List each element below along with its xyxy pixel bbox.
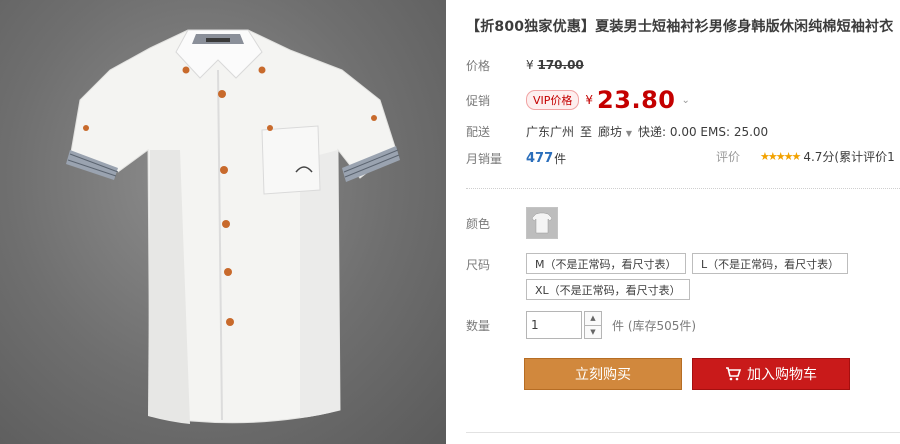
shirt-illustration <box>66 29 400 424</box>
rating-value: 4.7分(累计评价1 <box>803 150 895 164</box>
product-info-panel: 【折800独家优惠】夏装男士短袖衬衫男修身韩版休闲纯棉短袖衬衣 价格 ¥ 170… <box>446 0 900 444</box>
shirt-thumbnail-icon <box>531 212 553 234</box>
sales-count: 477 <box>526 150 554 166</box>
promo-row: 促销 VIP价格 ¥ 23.80 ⌄ <box>466 86 690 114</box>
rating[interactable]: 评价 ★★★★★ 4.7分(累计评价1 <box>716 148 895 165</box>
color-row: 颜色 <box>466 206 558 240</box>
vip-price-badge: VIP价格 <box>526 90 580 110</box>
size-label-row: 尺码 <box>466 252 526 276</box>
shipping-from: 广东广州 <box>526 124 575 139</box>
promo-currency: ¥ <box>585 93 594 107</box>
buy-now-button[interactable]: 立刻购买 <box>524 358 682 390</box>
increase-quantity-button[interactable]: ▲ <box>584 311 602 326</box>
shipping-to-word: 至 <box>580 124 593 139</box>
quantity-label: 数量 <box>466 318 491 333</box>
shipping-fees: 快递: 0.00 EMS: 25.00 <box>638 124 769 139</box>
chevron-down-icon[interactable]: ⌄ <box>681 95 689 106</box>
divider <box>466 188 900 189</box>
destination-select[interactable]: 廊坊 ▼ <box>598 123 632 140</box>
promo-label: 促销 <box>466 93 491 108</box>
decrease-quantity-button[interactable]: ▼ <box>584 325 602 339</box>
quantity-input[interactable]: 1 <box>526 311 582 339</box>
star-rating-icon: ★★★★★ <box>760 150 801 163</box>
original-price: ¥ 170.00 <box>526 58 584 72</box>
shipping-row: 配送 广东广州 至 廊坊 ▼ 快递: 0.00 EMS: 25.00 <box>466 119 768 143</box>
size-option-l[interactable]: L（不是正常码，看尺寸表） <box>692 253 849 274</box>
stock-text: 件 (库存505件) <box>612 318 697 333</box>
size-option-m[interactable]: M（不是正常码，看尺寸表） <box>526 253 686 274</box>
quantity-row: 数量 1 ▲ ▼ 件 (库存505件) <box>466 310 696 340</box>
dropdown-arrow-icon: ▼ <box>625 128 633 138</box>
bottom-divider <box>466 432 900 433</box>
color-label: 颜色 <box>466 216 491 231</box>
product-title: 【折800独家优惠】夏装男士短袖衬衫男修身韩版休闲纯棉短袖衬衣 <box>466 19 894 35</box>
price-label: 价格 <box>466 58 491 73</box>
add-to-cart-label: 加入购物车 <box>747 367 817 383</box>
color-swatch-white[interactable] <box>526 207 558 239</box>
shipping-label: 配送 <box>466 124 491 139</box>
add-to-cart-button[interactable]: 加入购物车 <box>692 358 850 390</box>
size-option-xl[interactable]: XL（不是正常码，看尺寸表） <box>526 279 690 300</box>
quantity-stepper: ▲ ▼ <box>584 311 602 339</box>
sales-unit: 件 <box>554 151 567 166</box>
sales-label: 月销量 <box>466 151 503 166</box>
price-row: 价格 ¥ 170.00 <box>466 53 584 77</box>
size-label: 尺码 <box>466 257 491 272</box>
product-image <box>0 0 446 444</box>
cart-icon <box>726 367 741 381</box>
rating-label: 评价 <box>716 150 741 164</box>
promo-price: 23.80 <box>597 86 676 114</box>
sales-row: 月销量 477 件 <box>466 146 566 170</box>
